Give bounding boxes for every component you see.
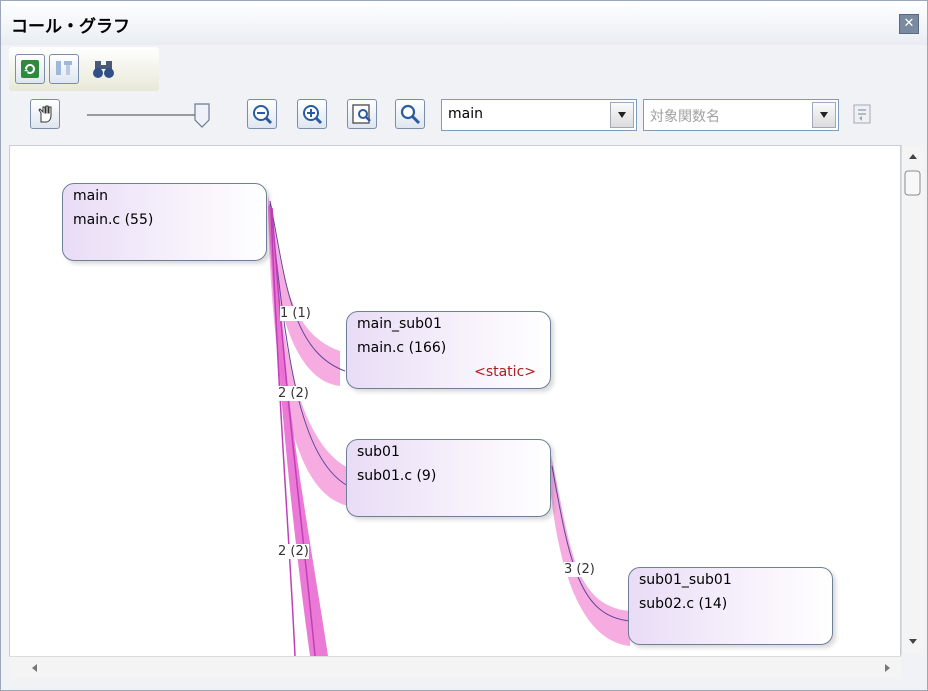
horizontal-scrollbar[interactable] xyxy=(9,656,901,679)
call-graph-panel: コール・グラフ ✕ main 対象関数名 1 (1) 2 (2) 2 (2) 3… xyxy=(0,0,928,691)
scroll-left-arrow-icon xyxy=(32,664,37,672)
target-function-placeholder: 対象関数名 xyxy=(650,109,720,125)
function-combo[interactable]: main xyxy=(441,99,637,131)
panel-titlebar: コール・グラフ ✕ xyxy=(1,1,927,45)
node-file-location: sub02.c (14) xyxy=(639,596,728,612)
node-function-name: sub01_sub01 xyxy=(639,572,732,588)
scroll-thumb xyxy=(904,170,921,196)
node-function-name: main xyxy=(73,188,108,204)
node-file-location: main.c (166) xyxy=(357,340,447,356)
fit-icon[interactable] xyxy=(347,99,377,129)
jump-icon[interactable] xyxy=(847,99,877,129)
panel-title: コール・グラフ xyxy=(11,17,130,37)
vertical-scrollbar[interactable] xyxy=(901,145,924,655)
node-file-location: sub01.c (9) xyxy=(357,468,437,484)
node-function-name: sub01 xyxy=(357,444,400,460)
node-file-location: main.c (55) xyxy=(73,212,154,228)
node-static-tag: <static> xyxy=(474,364,536,380)
edge-label: 2 (2) xyxy=(278,544,309,559)
node-sub01[interactable]: sub01 sub01.c (9) xyxy=(346,439,551,517)
toolbar-top xyxy=(9,47,159,91)
edge-band-sub01-sub01-sub01 xyxy=(550,451,630,646)
zoom-in-icon[interactable] xyxy=(297,99,327,129)
pin-icon[interactable] xyxy=(49,54,79,84)
zoom-out-icon[interactable] xyxy=(247,99,277,129)
binoculars-icon[interactable] xyxy=(89,54,119,84)
search-icon[interactable] xyxy=(395,99,425,129)
zoom-slider-icon[interactable] xyxy=(85,101,225,129)
target-function-combo[interactable]: 対象関数名 xyxy=(643,99,839,131)
toolbar-zoom: main 対象関数名 xyxy=(9,93,919,139)
node-function-name: main_sub01 xyxy=(357,316,442,332)
chevron-down-icon[interactable] xyxy=(812,102,836,128)
call-graph-canvas[interactable]: 1 (1) 2 (2) 2 (2) 3 (2) main main.c (55)… xyxy=(9,145,901,657)
close-icon[interactable]: ✕ xyxy=(899,14,919,34)
chevron-down-icon[interactable] xyxy=(610,102,634,128)
node-main-sub01[interactable]: main_sub01 main.c (166) <static> xyxy=(346,311,551,389)
edge-label: 3 (2) xyxy=(564,562,595,577)
scroll-right-arrow-icon xyxy=(885,664,890,672)
refresh-icon[interactable] xyxy=(15,54,45,84)
scroll-down-arrow-icon xyxy=(909,639,917,644)
scroll-up-arrow-icon xyxy=(909,154,917,159)
node-sub01-sub01[interactable]: sub01_sub01 sub02.c (14) xyxy=(628,567,833,645)
edge-label: 1 (1) xyxy=(280,306,311,321)
hand-icon[interactable] xyxy=(30,99,60,129)
edge-label: 2 (2) xyxy=(278,386,309,401)
node-main[interactable]: main main.c (55) xyxy=(62,183,267,261)
function-combo-value: main xyxy=(448,106,483,122)
